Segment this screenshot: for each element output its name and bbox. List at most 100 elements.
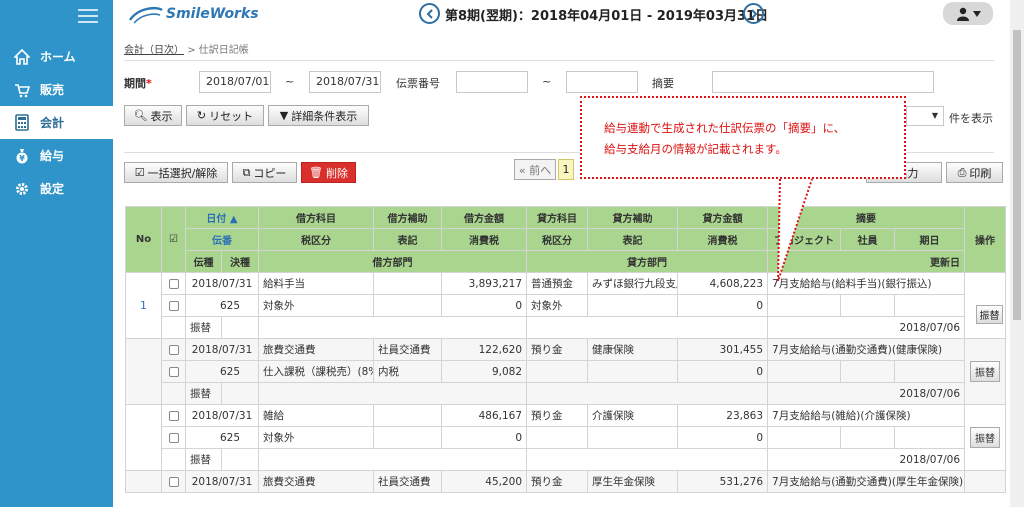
detail-conditions-button[interactable]: ▼ 詳細条件表示 — [268, 105, 369, 126]
copy-icon: ⧉ — [242, 165, 251, 179]
prev-page-button[interactable]: « 前へ — [514, 159, 556, 180]
breadcrumb-separator: > — [187, 45, 196, 56]
debit-dept-cell — [258, 448, 528, 471]
settle-type-cell — [220, 448, 260, 471]
print-icon: ⎙ — [957, 165, 967, 179]
search-icon: 🔍︎ — [133, 109, 148, 122]
row-checkbox[interactable] — [161, 426, 186, 449]
row-checkbox[interactable] — [161, 294, 186, 317]
sidebar-item-settings[interactable]: 設定 — [0, 172, 113, 205]
credit-notation-cell — [587, 294, 679, 317]
credit-sub-cell: みずほ銀行九段支店 — [587, 272, 679, 295]
range-separator: ~ — [542, 75, 552, 88]
chevron-right-icon — [750, 8, 757, 19]
reset-button[interactable]: ↻ リセット — [186, 105, 264, 126]
to-date-input[interactable]: 2018/07/31 — [309, 71, 381, 93]
row-checkbox[interactable] — [161, 272, 186, 295]
credit-amount-cell: 301,455 — [677, 338, 769, 361]
date-cell: 2018/07/31 — [184, 272, 260, 295]
range-separator: ~ — [285, 75, 295, 88]
col-header-voucher[interactable]: 伝番 — [184, 228, 260, 251]
copy-button[interactable]: ⧉ コピー — [232, 162, 297, 183]
table-row: 振替 2018/07/06 — [126, 448, 1006, 471]
row-checkbox[interactable] — [161, 338, 186, 361]
row-checkbox[interactable] — [161, 404, 186, 427]
debit-amount-cell: 45,200 — [441, 470, 528, 493]
ticket-type-cell: 振替 — [185, 448, 222, 471]
debit-amount-cell: 486,167 — [441, 404, 528, 427]
credit-tax-cell: 0 — [677, 294, 769, 317]
credit-dept-cell — [526, 382, 769, 405]
vertical-scrollbar[interactable] — [1010, 0, 1024, 507]
from-date-input[interactable]: 2018/07/01 — [199, 71, 271, 93]
summary-cell: 7月支給給与(通勤交通費)(厚生年金保険) — [767, 470, 966, 493]
transfer-button[interactable]: 振替 — [970, 427, 1001, 448]
transfer-button[interactable]: 振替 — [976, 305, 1003, 324]
voucher-to-input[interactable] — [566, 71, 638, 93]
summary-input[interactable] — [712, 71, 934, 93]
credit-account-cell: 預り金 — [526, 338, 589, 361]
col-header-ticket-type: 伝種 — [185, 250, 222, 273]
rows-per-page-select[interactable]: ▼ — [906, 106, 944, 126]
entry-number — [125, 338, 162, 405]
debit-tax-cell: 0 — [441, 426, 528, 449]
sidebar-item-payroll[interactable]: ¥ 給与 — [0, 139, 113, 172]
select-all-button[interactable]: ☑ 一括選択/解除 — [124, 162, 228, 183]
sidebar: ホーム 販売 会計 ¥ 給与 設定 — [0, 0, 113, 507]
col-header-date[interactable]: 日付 ▲ — [184, 206, 260, 229]
col-header-check[interactable]: ☑ — [161, 206, 186, 273]
table-row: 625 対象外 0 0 — [126, 426, 1006, 449]
user-menu-button[interactable] — [943, 2, 993, 25]
transfer-button[interactable]: 振替 — [970, 361, 1001, 382]
summary-label: 摘要 — [652, 77, 674, 90]
employee-cell — [840, 294, 896, 317]
due-cell — [894, 426, 966, 449]
credit-amount-cell: 23,863 — [677, 404, 769, 427]
col-header-credit-dept: 貸方部門 — [526, 250, 769, 273]
debit-notation-cell — [373, 294, 443, 317]
ticket-type-cell: 振替 — [185, 382, 222, 405]
col-header-debit-sub: 借方補助 — [373, 206, 443, 229]
credit-tax-class-cell: 対象外 — [526, 294, 589, 317]
next-period-button[interactable] — [743, 3, 764, 24]
sidebar-item-label: ホーム — [40, 50, 76, 64]
credit-tax-class-cell — [526, 426, 589, 449]
col-header-tax: 消費税 — [441, 228, 528, 251]
entry-number — [125, 470, 162, 493]
table-row: 1 2018/07/31 給料手当 3,893,217 普通預金 みずほ銀行九段… — [125, 272, 1007, 339]
row-checkbox[interactable] — [161, 360, 186, 383]
credit-account-cell: 普通預金 — [526, 272, 589, 295]
entry-number[interactable]: 1 — [125, 272, 162, 339]
sidebar-item-label: 給与 — [40, 149, 65, 163]
debit-tax-class-cell: 対象外 — [258, 426, 375, 449]
voucher-from-input[interactable] — [456, 71, 528, 93]
spacer-cell — [161, 316, 186, 339]
page-1-button[interactable]: 1 — [558, 159, 574, 180]
voucher-cell: 625 — [184, 426, 260, 449]
row-checkbox[interactable] — [161, 470, 186, 493]
show-button[interactable]: 🔍︎ 表示 — [124, 105, 182, 126]
col-header-tax: 消費税 — [677, 228, 769, 251]
prev-period-button[interactable] — [419, 3, 440, 24]
annotation-callout: 給与連動で生成された仕訳伝票の「摘要」に、 給与支給月の情報が記載されます。 — [580, 96, 906, 179]
hamburger-menu-icon[interactable] — [78, 9, 98, 25]
credit-dept-cell — [526, 448, 769, 471]
breadcrumb-link-accounting[interactable]: 会計（日次） — [124, 45, 184, 56]
sidebar-item-label: 設定 — [40, 182, 65, 196]
col-header-no: No — [125, 206, 162, 273]
credit-tax-cell: 0 — [677, 360, 769, 383]
delete-button[interactable]: 🗑︎ 削除 — [301, 162, 356, 183]
sidebar-item-accounting[interactable]: 会計 — [0, 106, 113, 139]
sidebar-item-home[interactable]: ホーム — [0, 40, 113, 73]
voucher-cell: 625 — [184, 360, 260, 383]
col-header-notation: 表記 — [587, 228, 679, 251]
debit-account-cell: 旅費交通費 — [258, 338, 375, 361]
credit-sub-cell: 健康保険 — [587, 338, 679, 361]
debit-tax-cell: 9,082 — [441, 360, 528, 383]
scrollbar-thumb[interactable] — [1013, 30, 1021, 320]
print-button[interactable]: ⎙ 印刷 — [946, 162, 1003, 183]
sidebar-item-sales[interactable]: 販売 — [0, 73, 113, 106]
settle-type-cell — [220, 316, 260, 339]
spacer-cell — [161, 382, 186, 405]
debit-sub-cell: 社員交通費 — [373, 338, 443, 361]
